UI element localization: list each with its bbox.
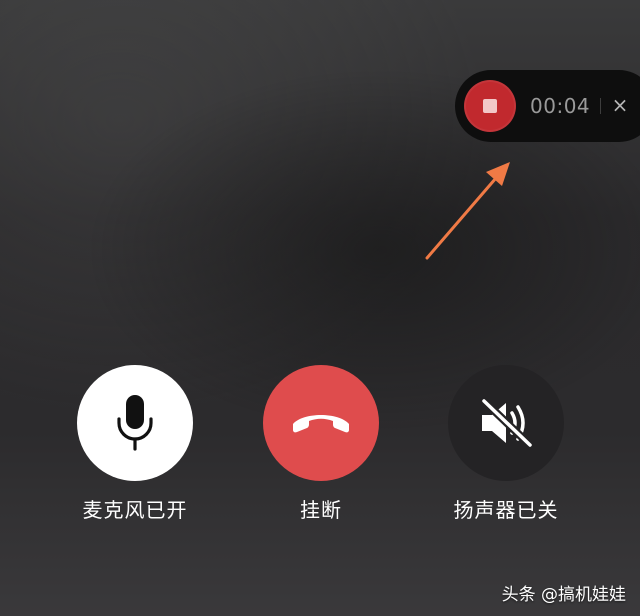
watermark: 头条 @搞机娃娃 [501, 585, 626, 605]
stop-recording-button[interactable] [464, 80, 516, 132]
speaker-toggle-button[interactable] [448, 365, 564, 481]
microphone-label: 麦克风已开 [82, 498, 188, 522]
microphone-control: 麦克风已开 [77, 365, 193, 523]
stop-icon [483, 99, 497, 113]
hangup-label: 挂断 [300, 498, 342, 522]
close-icon[interactable]: × [610, 93, 630, 117]
recording-indicator: 00:04 × [455, 70, 640, 142]
microphone-toggle-button[interactable] [77, 365, 193, 481]
hangup-control: 挂断 [263, 365, 379, 523]
speaker-control: 扬声器已关 [448, 365, 564, 523]
recording-timer: 00:04 [530, 94, 591, 118]
hangup-button[interactable] [263, 365, 379, 481]
speaker-label: 扬声器已关 [453, 498, 559, 522]
microphone-icon [117, 395, 153, 451]
speaker-muted-icon [480, 397, 534, 449]
divider [600, 98, 601, 114]
phone-hangup-icon [293, 415, 349, 433]
